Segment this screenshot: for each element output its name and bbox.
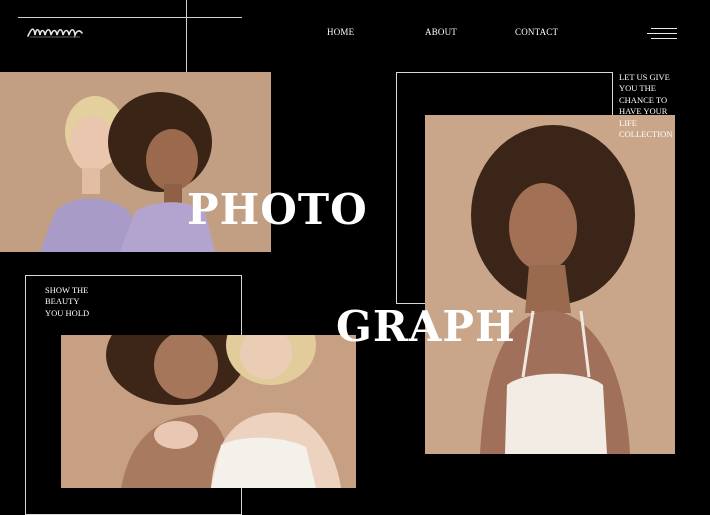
- header-divider-line: [18, 17, 242, 18]
- nav-home-link[interactable]: HOME: [327, 27, 354, 37]
- script-logo-icon: [27, 28, 83, 39]
- caption-line: YOU HOLD: [45, 307, 90, 318]
- photo-image: [61, 335, 356, 488]
- headline-photo: PHOTO: [187, 185, 368, 234]
- brand-logo[interactable]: [26, 24, 84, 40]
- caption-right: LET US GIVE YOU THE CHANCE TO HAVE YOUR …: [619, 72, 672, 140]
- caption-line: SHOW THE: [45, 285, 89, 295]
- hamburger-menu-icon[interactable]: [647, 26, 677, 42]
- caption-line: BEAUTY: [45, 296, 80, 307]
- caption-line: LIFE: [619, 117, 637, 128]
- caption-left: SHOW THE BEAUTY YOU HOLD: [45, 285, 89, 319]
- headline-graph: GRAPH: [336, 302, 516, 351]
- caption-line: CHANCE TO: [619, 94, 668, 105]
- caption-line: HAVE YOUR: [619, 106, 668, 117]
- caption-line: COLLECTION: [619, 129, 673, 140]
- photo-curly-hair-woman-portrait[interactable]: [425, 115, 675, 454]
- photo-two-women-close-up[interactable]: [61, 335, 356, 488]
- nav-about-link[interactable]: ABOUT: [425, 27, 457, 37]
- caption-line: YOU THE: [619, 83, 656, 94]
- nav-contact-link[interactable]: CONTACT: [515, 27, 558, 37]
- header-vertical-line: [186, 0, 187, 72]
- caption-line: LET US GIVE: [619, 72, 670, 82]
- photo-image: [425, 115, 675, 454]
